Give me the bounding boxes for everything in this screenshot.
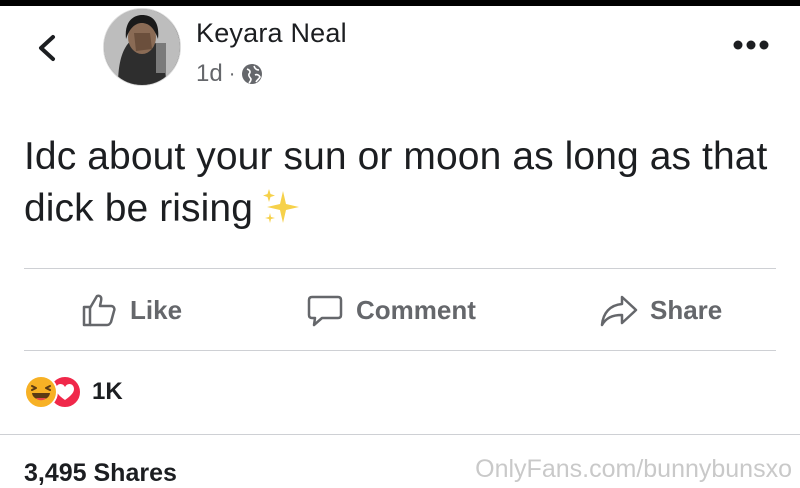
share-arrow-icon	[600, 295, 638, 327]
divider-bottom	[0, 434, 800, 435]
share-button[interactable]: Share	[600, 270, 722, 350]
comment-label: Comment	[356, 294, 476, 325]
reaction-count: 1K	[92, 378, 123, 405]
thumbs-up-icon	[82, 294, 116, 327]
globe-icon	[242, 64, 263, 84]
divider-top	[24, 268, 776, 269]
post-text: Idc about your sun or moon as long as th…	[24, 131, 784, 235]
watermark: OnlyFans.com/bunnybunsxo	[475, 455, 792, 483]
share-label: Share	[650, 294, 723, 325]
post-meta: 1d ·	[196, 60, 263, 88]
post-timestamp[interactable]: 1d	[196, 60, 223, 88]
top-border	[0, 0, 800, 6]
post-body: Idc about your sun or moon as long as th…	[24, 135, 768, 230]
divider-middle	[24, 350, 776, 351]
more-options-icon	[733, 40, 769, 50]
more-options-button[interactable]	[733, 38, 769, 52]
comment-button[interactable]: Comment	[306, 270, 476, 350]
reactions-summary[interactable]: 1K	[24, 375, 123, 409]
like-label: Like	[130, 294, 183, 325]
chevron-left-icon	[39, 35, 55, 61]
action-bar: Like Comment Share	[24, 270, 776, 350]
meta-separator: ·	[228, 62, 236, 85]
sparkles-emoji	[263, 189, 300, 223]
shares-count[interactable]: 3,495 Shares	[24, 459, 177, 488]
haha-reaction-icon	[24, 375, 58, 409]
like-button[interactable]: Like	[80, 270, 182, 350]
comment-icon	[307, 295, 343, 327]
back-button[interactable]	[34, 34, 62, 62]
avatar-image	[104, 9, 180, 85]
author-name[interactable]: Keyara Neal	[196, 18, 347, 49]
avatar[interactable]	[103, 8, 181, 86]
